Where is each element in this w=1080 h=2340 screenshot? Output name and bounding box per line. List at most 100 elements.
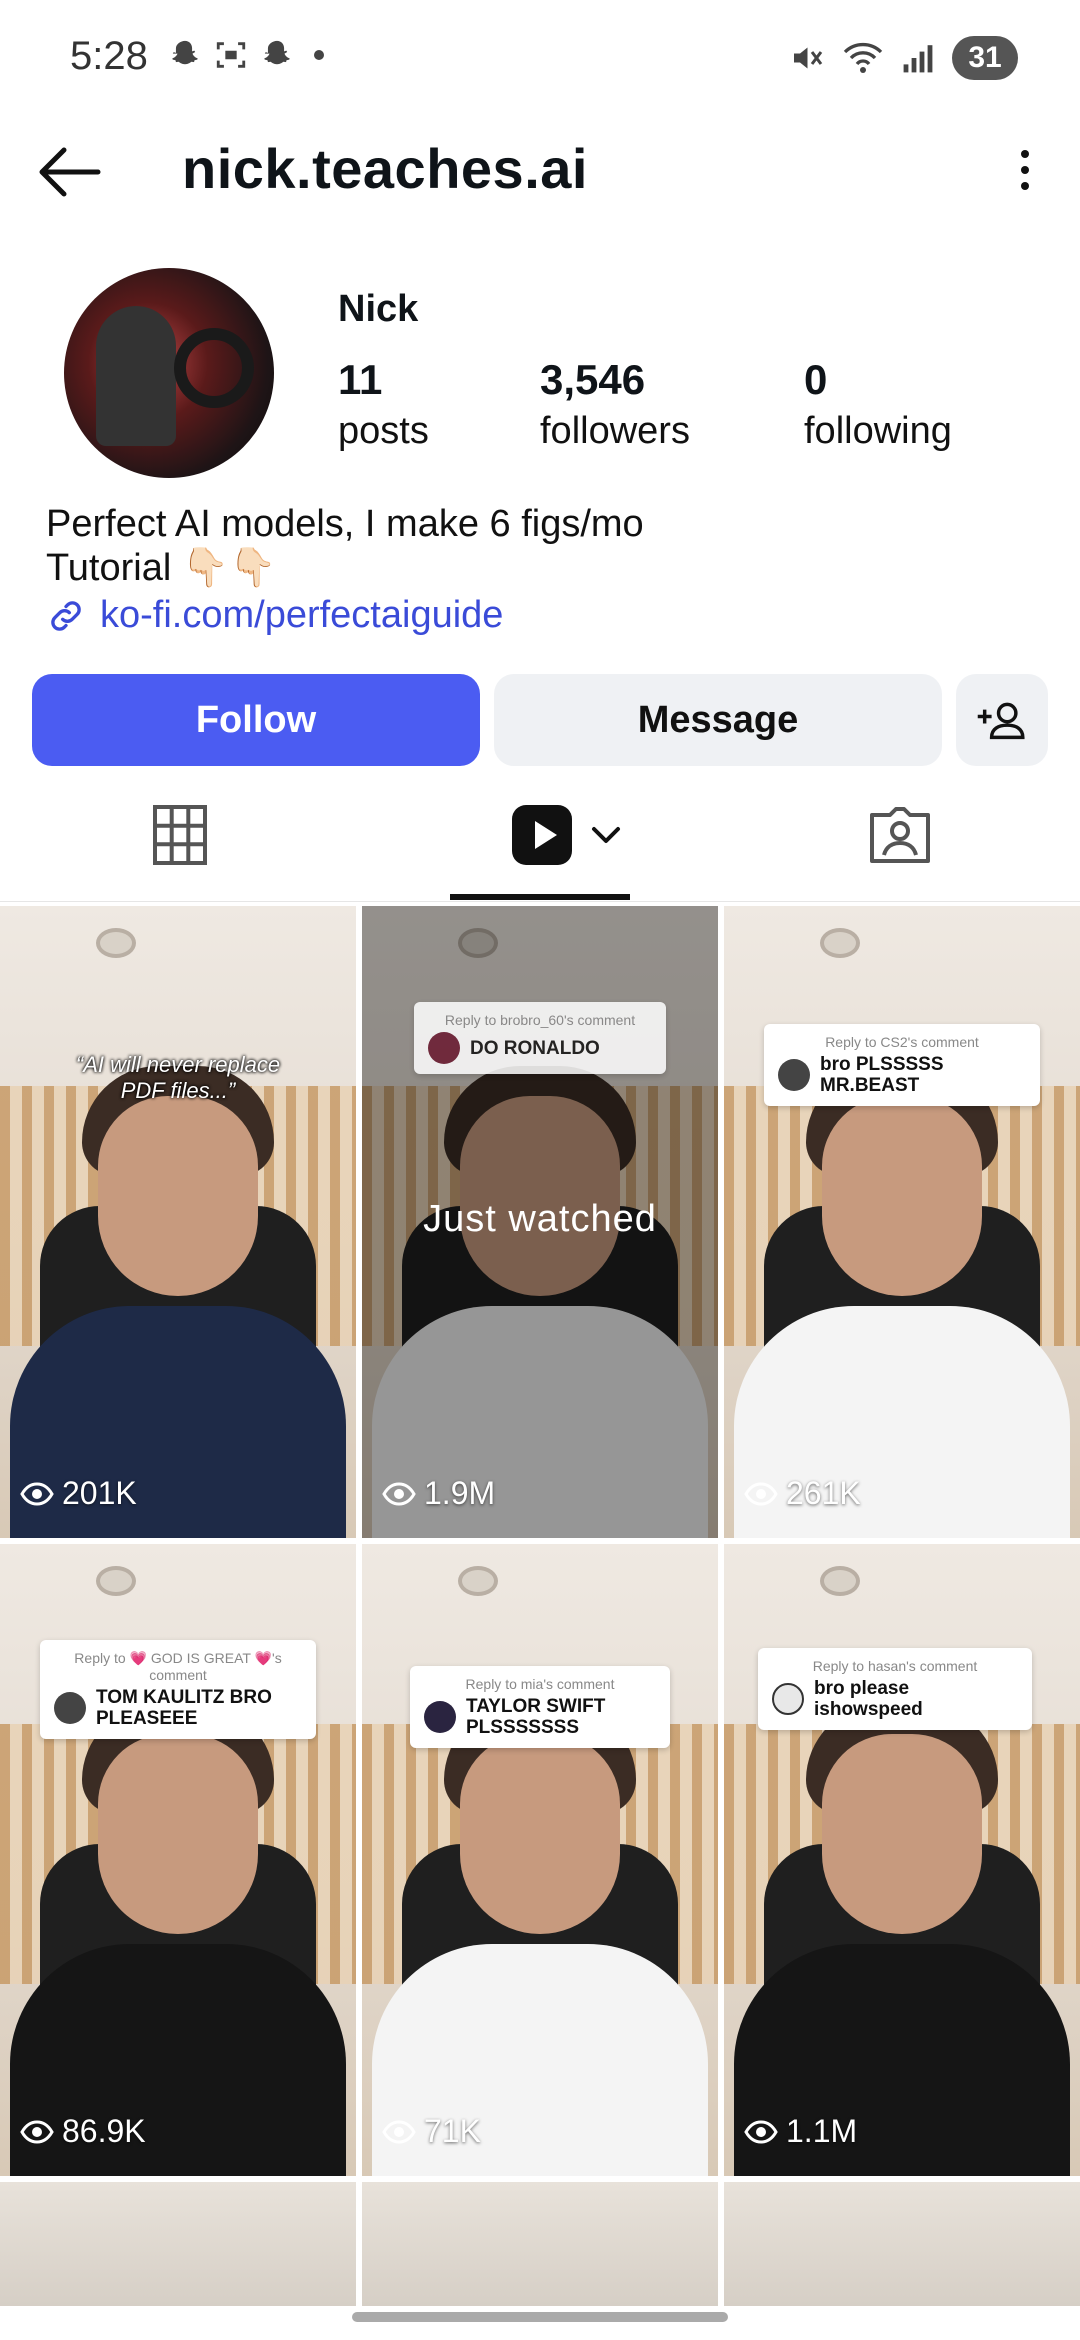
bio-link-text[interactable]: ko-fi.com/perfectaiguide (100, 594, 503, 637)
active-tab-indicator (450, 894, 630, 900)
reply-comment-text: bro PLSSSSS MR.BEAST (820, 1054, 944, 1096)
signal-icon (903, 45, 933, 73)
reply-to-text: Reply to 💗 GOD IS GREAT 💗's comment (74, 1650, 282, 1683)
view-count-text: 1.9M (424, 1475, 496, 1511)
following-label: following (804, 410, 952, 452)
reply-comment-text: TOM KAULITZ BRO PLEASEEE (96, 1687, 272, 1729)
tab-posts[interactable] (140, 800, 220, 870)
status-time: 5:28 (70, 34, 148, 78)
reel-thumbnail[interactable]: Reply to CS2's comment bro PLSSSSS MR.BE… (724, 906, 1080, 1538)
reel-thumbnail[interactable]: Reply to 💗 GOD IS GREAT 💗's comment TOM … (0, 1544, 356, 2176)
bio-line: Tutorial 👇🏻👇🏻 (46, 547, 277, 589)
battery-indicator: 31 (952, 36, 1018, 80)
eye-icon (382, 2119, 416, 2144)
dot-icon (1021, 166, 1029, 174)
home-indicator[interactable] (352, 2312, 728, 2322)
dot-icon (314, 50, 324, 60)
commenter-avatar (428, 1032, 460, 1064)
reply-to-text: Reply to brobro_60's comment (444, 1012, 636, 1028)
eye-icon (20, 2119, 54, 2144)
reply-card: Reply to mia's comment TAYLOR SWIFT PLSS… (410, 1666, 670, 1748)
grid-icon (153, 805, 207, 865)
following-stat[interactable]: 0 following (804, 356, 952, 453)
view-count-text: 86.9K (62, 2113, 146, 2149)
bio-link[interactable]: ko-fi.com/perfectaiguide (46, 594, 503, 637)
bio: Perfect AI models, I make 6 figs/mo Tuto… (46, 502, 644, 590)
commenter-avatar (772, 1683, 804, 1715)
eye-icon (744, 1481, 778, 1506)
profile-stats: 11 posts 3,546 followers 0 following (338, 356, 952, 453)
reel-thumbnail[interactable]: Reply to hasan's comment bro please isho… (724, 1544, 1080, 2176)
view-count-text: 71K (424, 2113, 481, 2149)
reel-thumbnail[interactable] (0, 2182, 356, 2306)
dot-icon (1021, 182, 1029, 190)
reel-caption: “AI will never replace PDF files...” (75, 1052, 281, 1103)
eye-icon (382, 1481, 416, 1506)
back-arrow-icon (39, 147, 101, 197)
reply-comment-text: bro please ishowspeed (814, 1678, 923, 1720)
screenshot-icon (216, 42, 246, 68)
suggested-users-button[interactable] (956, 674, 1048, 766)
posts-count: 11 (338, 356, 383, 403)
commenter-avatar (54, 1692, 86, 1724)
reel-thumbnail[interactable]: Reply to mia's comment TAYLOR SWIFT PLSS… (362, 1544, 718, 2176)
more-options-button[interactable] (1010, 140, 1040, 200)
reply-card: Reply to brobro_60's comment DO RONALDO (414, 1002, 666, 1074)
message-button[interactable]: Message (494, 674, 942, 766)
view-count-text: 261K (786, 1475, 861, 1511)
view-count: 201K (20, 1475, 137, 1512)
followers-count: 3,546 (540, 356, 646, 403)
eye-icon (744, 2119, 778, 2144)
display-name: Nick (338, 288, 419, 330)
add-user-icon (977, 702, 1025, 740)
tagged-icon (870, 807, 930, 863)
profile-username: nick.teaches.ai (182, 137, 588, 200)
profile-header: nick.teaches.ai (0, 120, 1080, 220)
followers-stat[interactable]: 3,546 followers (540, 356, 804, 453)
reply-comment-text: DO RONALDO (470, 1037, 600, 1059)
dot-icon (1021, 150, 1029, 158)
view-count: 71K (382, 2113, 481, 2150)
view-count: 1.9M (382, 1475, 495, 1512)
profile-tabs (0, 780, 1080, 902)
tab-reels[interactable] (506, 800, 626, 870)
reply-card: Reply to 💗 GOD IS GREAT 💗's comment TOM … (40, 1640, 316, 1739)
reply-card: Reply to hasan's comment bro please isho… (758, 1648, 1032, 1730)
view-count-text: 1.1M (786, 2113, 858, 2149)
snapchat-icon (264, 40, 290, 65)
reply-to-text: Reply to CS2's comment (825, 1034, 979, 1050)
reels-icon (512, 805, 572, 865)
status-bar: 5:28 31 (0, 0, 1080, 120)
snapchat-icon (172, 40, 198, 65)
posts-label: posts (338, 410, 429, 452)
following-count: 0 (804, 356, 828, 403)
reel-thumbnail[interactable]: “AI will never replace PDF files...” 201… (0, 906, 356, 1538)
back-button[interactable] (34, 142, 104, 202)
followers-label: followers (540, 410, 690, 452)
just-watched-label: Just watched (423, 1198, 657, 1240)
reply-to-text: Reply to hasan's comment (812, 1658, 978, 1674)
reply-card: Reply to CS2's comment bro PLSSSSS MR.BE… (764, 1024, 1040, 1106)
tab-tagged[interactable] (860, 800, 940, 870)
chevron-down-icon (592, 827, 620, 843)
commenter-avatar (424, 1701, 456, 1733)
view-count: 1.1M (744, 2113, 857, 2150)
reel-thumbnail[interactable]: Reply to brobro_60's comment DO RONALDO … (362, 906, 718, 1538)
notification-icons (168, 38, 324, 72)
mute-icon (794, 47, 823, 69)
eye-icon (20, 1481, 54, 1506)
view-count-text: 201K (62, 1475, 137, 1511)
system-icons: 31 (788, 36, 1018, 80)
follow-button[interactable]: Follow (32, 674, 480, 766)
bio-line: Perfect AI models, I make 6 figs/mo (46, 503, 644, 545)
view-count: 261K (744, 1475, 861, 1512)
avatar[interactable] (64, 268, 274, 478)
posts-stat[interactable]: 11 posts (338, 356, 540, 453)
view-count: 86.9K (20, 2113, 146, 2150)
wifi-icon (843, 42, 883, 73)
link-icon (51, 600, 81, 631)
reply-to-text: Reply to mia's comment (465, 1676, 615, 1692)
reel-thumbnail[interactable] (724, 2182, 1080, 2306)
reel-thumbnail[interactable] (362, 2182, 718, 2306)
commenter-avatar (778, 1059, 810, 1091)
